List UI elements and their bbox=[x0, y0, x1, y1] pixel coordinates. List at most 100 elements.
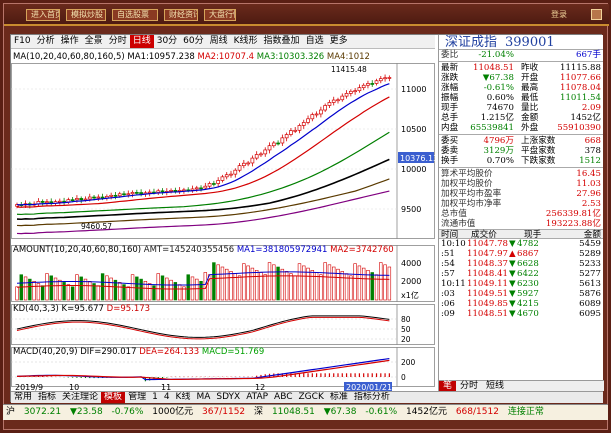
stat-value: 16.45 bbox=[576, 169, 601, 179]
quote-v1: 1.215亿 bbox=[480, 113, 514, 123]
side-tab-0[interactable]: 笔 bbox=[439, 381, 457, 391]
trade-row[interactable]: 10:10 11047.78 ▼ 4782 5459 bbox=[439, 239, 603, 249]
indicator-tab-8[interactable]: MA bbox=[193, 392, 213, 403]
toolbar-item-10[interactable]: 指数叠加 bbox=[261, 35, 303, 48]
candle-body bbox=[237, 165, 242, 171]
toolbar-item-1[interactable]: 分析 bbox=[34, 35, 58, 48]
top-button-home[interactable]: 进入首页 bbox=[26, 9, 60, 21]
indicator-tab-0[interactable]: 常用 bbox=[11, 392, 35, 403]
toolbar-item-7[interactable]: 60分 bbox=[180, 35, 206, 48]
quote-k1: 涨幅 bbox=[441, 83, 459, 93]
quote-row: 涨幅 -0.61% 最高 11078.04 bbox=[439, 83, 603, 93]
trade-row[interactable]: 10:11 11049.11 ▼ 6230 5613 bbox=[439, 279, 603, 289]
kline-chart-svg[interactable]: 110001050010000950011415.489460.5710376.… bbox=[11, 49, 435, 391]
quote-v2: 11115.88 bbox=[559, 63, 601, 73]
toolbar-item-9[interactable]: K线形 bbox=[231, 35, 261, 48]
indicator-tab-1[interactable]: 指标 bbox=[35, 392, 59, 403]
toolbar-item-8[interactable]: 周线 bbox=[207, 35, 231, 48]
chart-area[interactable]: 11000 10500 10000 9500 11415.48 9460.57 10376.… bbox=[11, 49, 435, 391]
candle-body bbox=[340, 95, 345, 101]
trade-arrow: ▼ bbox=[509, 309, 516, 319]
trade-arrow: ▼ bbox=[509, 299, 516, 309]
candle-body bbox=[254, 154, 259, 159]
y-tick-label: 10000 bbox=[401, 165, 426, 174]
quote-v2: 2.09 bbox=[581, 103, 601, 113]
top-button-news[interactable]: 财经资讯 bbox=[164, 9, 198, 21]
login-label[interactable]: 登录 bbox=[551, 9, 567, 20]
side-tab-2[interactable]: 短线 bbox=[482, 381, 508, 391]
amount-bar bbox=[160, 275, 165, 301]
side-tab-1[interactable]: 分时 bbox=[456, 381, 482, 391]
status-sz-count: 668/1512 bbox=[455, 407, 499, 417]
indicator-tab-14[interactable]: 指标分析 bbox=[351, 392, 393, 403]
candle-body bbox=[353, 90, 357, 93]
toolbar-item-6[interactable]: 30分 bbox=[154, 35, 180, 48]
top-button-market[interactable]: 大盘行情 bbox=[204, 9, 236, 21]
trade-row[interactable]: :09 11048.51 ▼ 4670 6095 bbox=[439, 309, 603, 319]
amount-bar bbox=[186, 274, 190, 301]
trades-list[interactable]: 10:10 11047.78 ▼ 4782 5459:51 11047.97 ▲ 6867 52… bbox=[439, 239, 603, 319]
stat-value: 11.03 bbox=[576, 179, 601, 189]
close-icon[interactable] bbox=[591, 9, 602, 20]
indicator-tab-4[interactable]: 管理 bbox=[125, 392, 149, 403]
toolbar-item-12[interactable]: 更多 bbox=[327, 35, 351, 48]
indicator-tab-7[interactable]: K线 bbox=[173, 392, 194, 403]
trade-row[interactable]: :57 11048.41 ▼ 6422 5277 bbox=[439, 269, 603, 279]
indicator-tab-2[interactable]: 关注理论 bbox=[59, 392, 101, 403]
candle-body bbox=[229, 173, 233, 176]
candle-body bbox=[96, 196, 101, 199]
indicator-tab-9[interactable]: SDYX bbox=[213, 392, 243, 403]
quote-k1: 现手 bbox=[441, 103, 459, 113]
toolbar-item-4[interactable]: 分时 bbox=[106, 35, 130, 48]
candle-body bbox=[370, 83, 375, 85]
indicator-tab-13[interactable]: 标准 bbox=[327, 392, 351, 403]
trade-row[interactable]: :54 11048.37 ▼ 6628 5233 bbox=[439, 259, 603, 269]
candle-body bbox=[267, 145, 272, 151]
divider bbox=[439, 133, 603, 135]
toolbar-item-5[interactable]: 日线 bbox=[129, 35, 154, 48]
amount-bar bbox=[319, 274, 323, 301]
candle-body bbox=[199, 187, 203, 190]
amount-bar bbox=[383, 264, 387, 301]
trade-vol: 6628 bbox=[517, 259, 539, 269]
candle-body bbox=[100, 196, 105, 199]
indicator-tab-12[interactable]: ZGCK bbox=[296, 392, 327, 403]
y-tick-label: 10500 bbox=[401, 125, 426, 134]
low-price-label: 9460.57 bbox=[81, 222, 112, 231]
trade-row[interactable]: :06 11049.85 ▼ 4215 6089 bbox=[439, 299, 603, 309]
trade-row[interactable]: :51 11047.97 ▲ 6867 5289 bbox=[439, 249, 603, 259]
toolbar-item-0[interactable]: F10 bbox=[11, 35, 34, 48]
status-sh-change: ▼23.58 bbox=[69, 407, 103, 417]
candle-body bbox=[87, 196, 92, 200]
indicator-tab-6[interactable]: 4 bbox=[161, 392, 173, 403]
candle-body bbox=[117, 193, 122, 197]
amount-bar bbox=[32, 281, 36, 301]
indicator-tabs: 常用 指标 关注理论 模板 管理 1 4 K线 MA SDYX ATAP ABC ZGCK 标准 指标分析 bbox=[11, 391, 603, 403]
indicator-tab-10[interactable]: ATAP bbox=[243, 392, 271, 403]
candle-body bbox=[378, 78, 383, 82]
status-sz-pct: -0.61% bbox=[365, 407, 398, 417]
candle-body bbox=[134, 192, 139, 194]
indicator-tab-11[interactable]: ABC bbox=[271, 392, 295, 403]
top-button-simulate[interactable]: 模拟炒股 bbox=[66, 9, 106, 21]
kd-y-tick: 20 bbox=[401, 335, 411, 344]
status-sz-index: 11048.51 bbox=[271, 407, 315, 417]
trade-row[interactable]: :03 11049.51 ▼ 5927 5876 bbox=[439, 289, 603, 299]
amount-bar bbox=[49, 275, 53, 301]
index-code: 399001 bbox=[505, 35, 555, 50]
toolbar-item-2[interactable]: 操作 bbox=[58, 35, 82, 48]
amount-bar bbox=[327, 264, 332, 301]
indicator-tab-5[interactable]: 1 bbox=[149, 392, 161, 403]
trade-p: 11048.37 bbox=[467, 259, 509, 269]
ma2-value: MA2:10707.4 bbox=[197, 52, 255, 62]
candle-body bbox=[344, 93, 349, 97]
amount-bar bbox=[62, 282, 66, 301]
status-sz-change: ▼67.38 bbox=[323, 407, 357, 417]
top-button-watchlist[interactable]: 自选股票 bbox=[112, 9, 158, 21]
candle-body bbox=[109, 194, 114, 197]
toolbar-item-11[interactable]: 自选 bbox=[303, 35, 327, 48]
indicator-tab-3[interactable]: 模板 bbox=[101, 392, 126, 403]
toolbar-item-3[interactable]: 全景 bbox=[82, 35, 106, 48]
candle-body bbox=[293, 129, 298, 132]
candle-body bbox=[284, 134, 289, 139]
